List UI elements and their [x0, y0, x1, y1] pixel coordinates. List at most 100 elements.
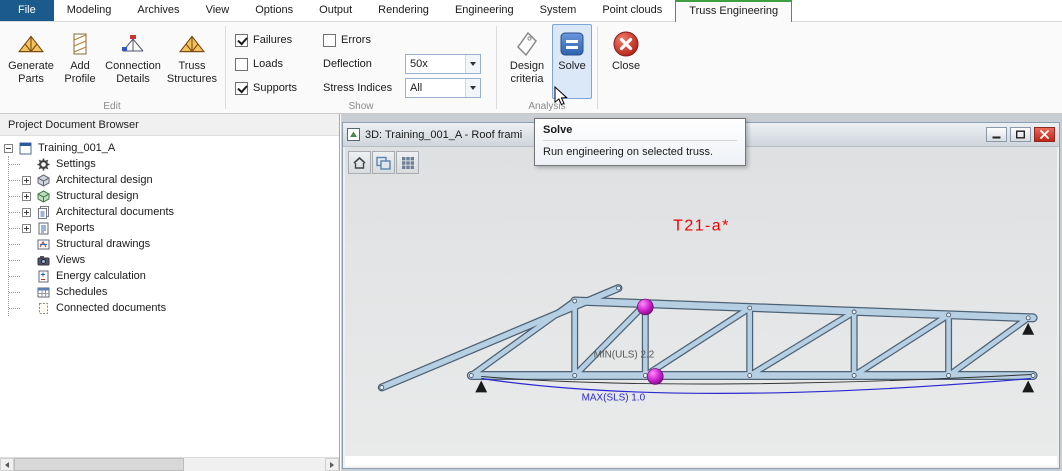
generate-parts-button[interactable]: Generate Parts	[4, 24, 58, 99]
tree-item-architectural-documents[interactable]: Architectural documents	[0, 204, 339, 220]
scroll-left-arrow-icon[interactable]	[0, 458, 14, 471]
connection-icon	[120, 28, 146, 60]
tree-item-structural-drawings[interactable]: Structural drawings	[0, 236, 339, 252]
tree-item-reports[interactable]: Reports	[0, 220, 339, 236]
tree-item-label: Schedules	[56, 286, 107, 298]
failures-checkbox[interactable]: Failures	[235, 34, 323, 47]
truss-drawing: MIN(ULS) 2.2 MAX(SLS) 1.0 T21-a*	[345, 147, 1057, 456]
camera-icon	[36, 253, 51, 267]
deflection-dropdown[interactable]: 50x	[405, 54, 481, 74]
expand-expander-icon[interactable]	[22, 208, 31, 217]
tree-root-training-001-a[interactable]: Training_001_A	[0, 140, 339, 156]
tag-icon	[515, 28, 539, 60]
truss-icon	[179, 28, 205, 60]
grid-view-button[interactable]	[396, 151, 419, 174]
frames-icon	[376, 156, 391, 170]
tree-item-schedules[interactable]: Schedules	[0, 284, 339, 300]
close-label: Close	[612, 60, 640, 73]
tree-item-label: Architectural design	[56, 174, 153, 186]
pages-icon	[36, 205, 51, 219]
loads-label: Loads	[253, 58, 283, 70]
tab-rendering[interactable]: Rendering	[365, 0, 442, 21]
loads-checkbox[interactable]: Loads	[235, 58, 323, 71]
scrollbar-thumb[interactable]	[14, 458, 184, 471]
tab-options[interactable]: Options	[242, 0, 306, 21]
viewport-body: MIN(ULS) 2.2 MAX(SLS) 1.0 T21-a*	[345, 147, 1057, 466]
design-criteria-button[interactable]: Design criteria	[502, 24, 552, 99]
minimize-button[interactable]	[986, 127, 1007, 142]
analysis-group-label: Analysis	[498, 101, 596, 112]
truss-icon	[18, 28, 44, 60]
stress-indices-dropdown[interactable]: All	[405, 78, 481, 98]
checkbox-box	[235, 34, 248, 47]
tab-view[interactable]: View	[193, 0, 243, 21]
tree-root-label: Training_001_A	[38, 142, 115, 154]
tab-output[interactable]: Output	[306, 0, 365, 21]
checkbox-box	[235, 58, 248, 71]
cube-icon	[36, 173, 51, 187]
home-view-button[interactable]	[348, 151, 371, 174]
tree-item-label: Energy calculation	[56, 270, 146, 282]
3d-view-icon	[347, 128, 360, 141]
collapse-expander-icon[interactable]	[4, 144, 13, 153]
project-icon	[18, 141, 33, 155]
maximize-button[interactable]	[1010, 127, 1031, 142]
close-window-button[interactable]	[1034, 127, 1055, 142]
tree-item-label: Settings	[56, 158, 96, 170]
tree-item-settings[interactable]: Settings	[0, 156, 339, 172]
viewport-toolbar	[348, 151, 420, 174]
tree-item-architectural-design[interactable]: Architectural design	[0, 172, 339, 188]
3d-canvas[interactable]: MIN(ULS) 2.2 MAX(SLS) 1.0 T21-a*	[345, 147, 1057, 456]
report-icon	[36, 221, 51, 235]
menu-bar: File Modeling Archives View Options Outp…	[0, 0, 1062, 22]
tab-archives[interactable]: Archives	[124, 0, 192, 21]
node-sphere-bottom	[647, 369, 663, 385]
dashed-page-icon	[36, 301, 51, 315]
gear-icon	[36, 157, 51, 171]
horizontal-scrollbar[interactable]	[0, 457, 339, 471]
tree-item-label: Architectural documents	[56, 206, 174, 218]
tree-item-views[interactable]: Views	[0, 252, 339, 268]
scroll-right-arrow-icon[interactable]	[325, 458, 339, 471]
grid-icon	[401, 156, 415, 170]
tab-modeling[interactable]: Modeling	[54, 0, 125, 21]
tooltip-body: Run engineering on selected truss.	[543, 146, 737, 158]
tab-engineering[interactable]: Engineering	[442, 0, 527, 21]
expand-expander-icon[interactable]	[22, 224, 31, 233]
connection-details-button[interactable]: Connection Details	[102, 24, 164, 99]
stress-indices-label: Stress Indices	[323, 82, 405, 94]
profile-icon	[70, 28, 90, 60]
tree-item-label: Structural drawings	[56, 238, 150, 250]
supports-checkbox[interactable]: Supports	[235, 82, 323, 95]
mouse-cursor-icon	[554, 86, 569, 110]
chevron-down-icon	[465, 79, 480, 97]
tree-item-energy-calculation[interactable]: Energy calculation	[0, 268, 339, 284]
deflection-value: 50x	[406, 58, 465, 70]
viewport-window: 3D: Training_001_A - Roof frami	[342, 122, 1060, 469]
node-sphere-top	[637, 299, 653, 315]
expand-expander-icon[interactable]	[22, 192, 31, 201]
min-uls-label: MIN(ULS) 2.2	[594, 350, 655, 361]
tab-point-clouds[interactable]: Point clouds	[589, 0, 675, 21]
tab-system[interactable]: System	[527, 0, 590, 21]
stress-indices-value: All	[406, 82, 465, 94]
tree-item-connected-documents[interactable]: Connected documents	[0, 300, 339, 316]
supports-label: Supports	[253, 82, 297, 94]
ribbon-separator	[225, 26, 226, 109]
connection-details-label: Connection Details	[103, 60, 163, 85]
tab-file[interactable]: File	[0, 0, 54, 21]
scrollbar-track[interactable]	[184, 458, 325, 471]
expand-expander-icon[interactable]	[22, 176, 31, 185]
tree-item-structural-design[interactable]: Structural design	[0, 188, 339, 204]
errors-checkbox[interactable]: Errors	[323, 34, 411, 47]
solve-icon	[559, 28, 585, 60]
tree-item-label: Connected documents	[56, 302, 166, 314]
ribbon: Generate Parts Add Profile Connection De…	[0, 22, 1062, 114]
tab-truss-engineering[interactable]: Truss Engineering	[675, 0, 792, 22]
add-profile-button[interactable]: Add Profile	[58, 24, 102, 99]
truss-structures-button[interactable]: Truss Structures	[164, 24, 220, 99]
close-button[interactable]: Close	[603, 24, 649, 99]
layout-frames-button[interactable]	[372, 151, 395, 174]
tree-item-label: Structural design	[56, 190, 139, 202]
ribbon-separator	[496, 26, 497, 109]
